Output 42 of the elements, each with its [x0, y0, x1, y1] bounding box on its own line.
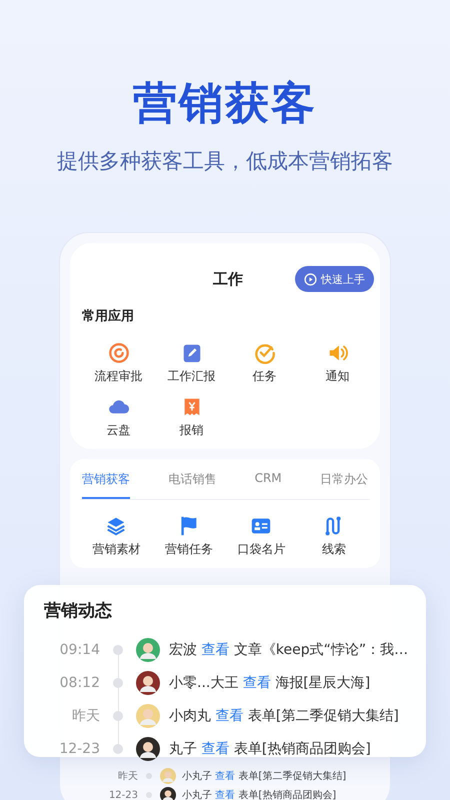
- check-circle-icon: [254, 342, 276, 364]
- subtitle: 提供多种获客工具，低成本营销拓客: [57, 148, 393, 175]
- tool-item[interactable]: 线索: [298, 514, 370, 558]
- avatar-icon: [136, 704, 160, 728]
- activity-text: 小肉丸 查看 表单[第二季促销大集结]: [169, 707, 399, 725]
- tool-item[interactable]: 营销素材: [80, 514, 152, 558]
- headline: 营销获客: [133, 77, 317, 131]
- activity-text: 小零...大王 查看 海报[星辰大海]: [169, 674, 370, 692]
- time-label: 12-23: [108, 790, 138, 800]
- activity-text: 小丸子 查看 表单[热销商品团购会]: [182, 788, 336, 800]
- layers-icon: [105, 515, 128, 537]
- section-title: 常用应用: [82, 308, 135, 325]
- app-item[interactable]: 报销: [155, 395, 228, 439]
- app-item[interactable]: 流程审批: [82, 341, 155, 385]
- tab[interactable]: 电话销售: [168, 459, 216, 499]
- app-item[interactable]: 云盘: [82, 395, 155, 439]
- tab[interactable]: 日常办公: [320, 459, 368, 499]
- time-label: 12-23: [58, 741, 100, 757]
- tool-item[interactable]: 口袋名片: [225, 514, 298, 558]
- app-item[interactable]: 工作汇报: [155, 341, 228, 385]
- time-label: 08:12: [58, 675, 100, 691]
- app-item[interactable]: 任务: [228, 341, 301, 385]
- play-icon: [304, 272, 317, 286]
- avatar-icon: [136, 671, 160, 695]
- quick-start-button[interactable]: 快速上手: [295, 266, 374, 292]
- app-item[interactable]: 通知: [301, 341, 374, 385]
- timeline-dot: [146, 773, 152, 779]
- avatar-icon: [160, 768, 176, 784]
- time-label: 昨天: [117, 770, 138, 783]
- activity-text: 丸子 查看 表单[热销商品团购会]: [169, 740, 371, 758]
- time-label: 09:14: [58, 642, 100, 658]
- refresh-ring-icon: [108, 342, 130, 364]
- time-label: 昨天: [71, 707, 100, 725]
- tool-item[interactable]: 营销任务: [152, 514, 225, 558]
- screen-title: 工作: [213, 270, 243, 288]
- tab[interactable]: CRM: [254, 459, 282, 499]
- feed-title: 营销动态: [44, 600, 113, 622]
- activity-text: 小丸子 查看 表单[第二季促销大集结]: [182, 770, 346, 783]
- tab[interactable]: 营销获客: [82, 459, 130, 499]
- avatar-icon: [136, 737, 160, 761]
- activity-text: 宏波 查看 文章《keep式“悖论”：我…: [169, 641, 408, 659]
- avatar-icon: [136, 638, 160, 662]
